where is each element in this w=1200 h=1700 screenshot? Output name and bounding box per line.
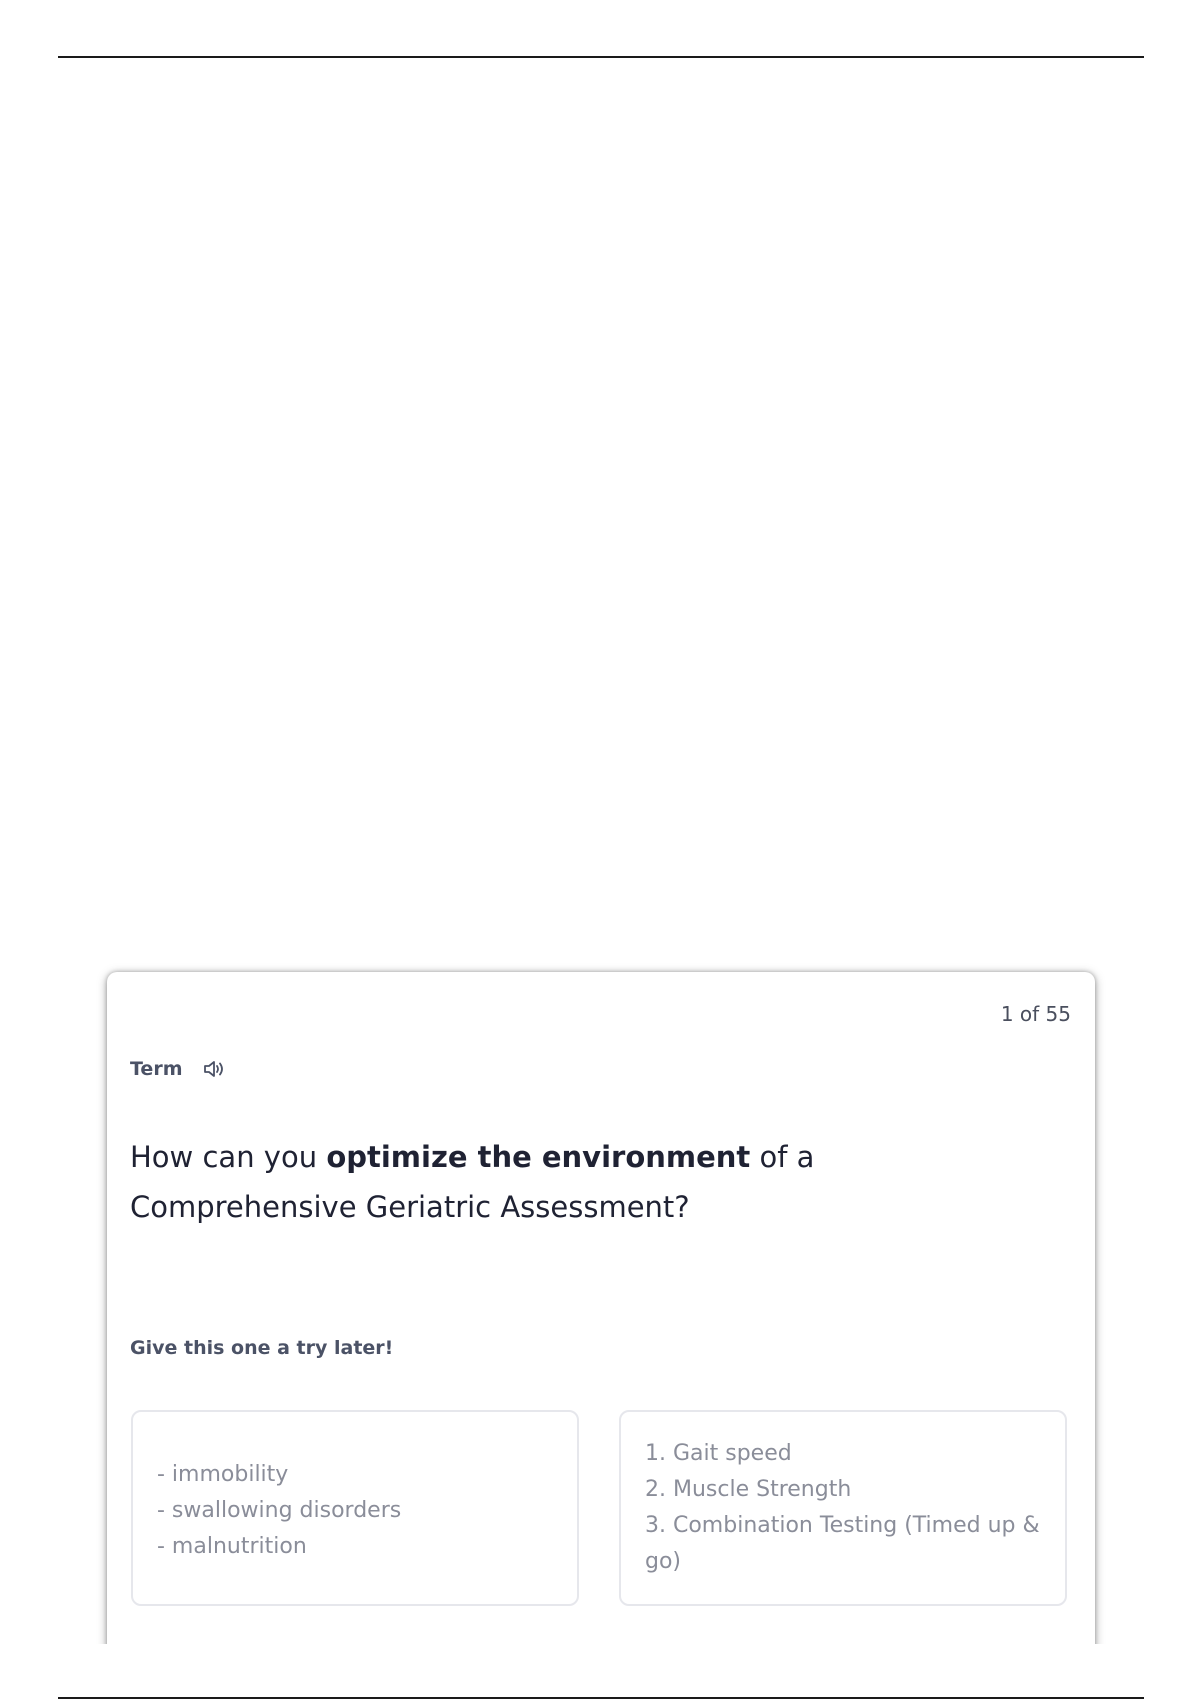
term-header: Term — [130, 1058, 225, 1080]
bottom-divider — [58, 1697, 1144, 1699]
page-viewport: 1 of 55 Term How can you optimize the en… — [0, 0, 1200, 1644]
option-line: - malnutrition — [157, 1534, 307, 1559]
question-emphasis: optimize the environment — [326, 1140, 751, 1174]
answer-option-2[interactable]: 1. Gait speed 2. Muscle Strength 3. Comb… — [619, 1410, 1067, 1606]
question-prefix: How can you — [130, 1140, 327, 1174]
option-line: 3. Combination Testing (Timed up & — [645, 1513, 1040, 1538]
speaker-icon[interactable] — [203, 1059, 225, 1079]
option-line: - immobility — [157, 1462, 289, 1487]
term-label: Term — [130, 1058, 183, 1080]
flashcard: 1 of 55 Term How can you optimize the en… — [107, 972, 1095, 1644]
card-counter: 1 of 55 — [1000, 1002, 1071, 1026]
option-line: 2. Muscle Strength — [645, 1477, 852, 1502]
question-text: How can you optimize the environment of … — [130, 1132, 1030, 1232]
answer-option-1[interactable]: - immobility - swallowing disorders - ma… — [131, 1410, 579, 1606]
option-line: go) — [645, 1549, 682, 1574]
try-later-hint: Give this one a try later! — [130, 1337, 394, 1359]
option-line: - swallowing disorders — [157, 1498, 402, 1523]
option-line: 1. Gait speed — [645, 1441, 792, 1466]
